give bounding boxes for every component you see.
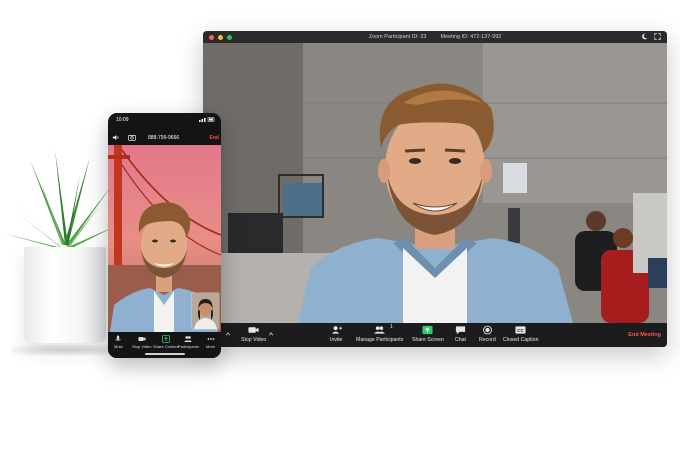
main-video-feed: [203, 43, 667, 323]
speaker-video-image: [203, 43, 667, 323]
manage-participants-button[interactable]: Manage Participants: [356, 325, 403, 343]
self-view-thumbnail[interactable]: [191, 292, 220, 330]
stop-video-label: Stop Video: [241, 337, 267, 343]
participant-id-label: Zoom Participant ID: 23: [368, 34, 427, 40]
invite-label: Invite: [330, 337, 343, 343]
phone-stop-video-label: Stop Video: [132, 344, 152, 349]
more-dots-icon: [207, 338, 214, 340]
fullscreen-icon[interactable]: [654, 33, 661, 40]
pot-shadow: [12, 345, 122, 355]
desktop-meeting-window: Zoom Participant ID: 23 Meeting ID: 472-…: [203, 31, 667, 347]
decorative-plant: [0, 145, 122, 355]
invite-button[interactable]: Invite: [330, 325, 342, 343]
video-camera-icon: [138, 337, 146, 341]
meeting-toolbar: Stop Video Invite Manage Participants 1 …: [203, 323, 667, 347]
audio-options-caret-icon[interactable]: [225, 331, 231, 337]
closed-caption-label: Closed Caption: [503, 337, 539, 343]
participants-icon: [184, 336, 193, 342]
phone-share-content-button[interactable]: Share Content: [153, 335, 179, 349]
switch-camera-icon[interactable]: [128, 134, 136, 141]
participants-icon: [374, 326, 386, 334]
phone-meeting-view: 10:09 888-799-9666 End Mute Stop Video S…: [108, 113, 221, 358]
manage-participants-label: Manage Participants: [356, 337, 404, 343]
invite-icon: [331, 326, 342, 334]
record-label: Record: [479, 337, 496, 343]
microphone-icon: [115, 335, 122, 342]
phone-end-button[interactable]: End: [210, 135, 219, 141]
video-camera-icon: [248, 327, 259, 333]
phone-stop-video-button[interactable]: Stop Video: [132, 335, 152, 349]
record-button[interactable]: Record: [479, 325, 496, 343]
speaker-icon[interactable]: [112, 134, 120, 141]
phone-more-label: More: [206, 344, 216, 349]
phone-status-bar: 10:09: [108, 113, 221, 127]
plant-pot: [24, 247, 106, 343]
phone-meeting-topbar: 888-799-9666 End: [108, 129, 221, 145]
phone-meeting-number: 888-799-9666: [148, 135, 180, 141]
window-titlebar: Zoom Participant ID: 23 Meeting ID: 472-…: [203, 31, 667, 43]
share-screen-label: Share Screen: [412, 337, 444, 343]
stop-video-button[interactable]: Stop Video: [241, 325, 266, 343]
share-content-icon: [161, 335, 170, 343]
end-meeting-button[interactable]: End Meeting: [628, 332, 661, 338]
share-screen-icon: [422, 325, 433, 335]
closed-caption-button[interactable]: CC Closed Caption: [503, 325, 538, 343]
chat-label: Chat: [455, 337, 466, 343]
plant-leaves: [2, 150, 118, 249]
phone-more-button[interactable]: More: [206, 335, 215, 349]
phone-participants-button[interactable]: Participants: [178, 335, 199, 349]
closed-caption-icon: CC: [515, 326, 526, 334]
meeting-id-label: Meeting ID: 472-137-992: [440, 34, 502, 40]
phone-participants-label: Participants: [178, 344, 199, 349]
chat-icon: [455, 326, 466, 335]
phone-mute-button[interactable]: Mute: [114, 335, 123, 349]
phone-video-feed: [108, 145, 221, 332]
chat-button[interactable]: Chat: [455, 325, 466, 343]
record-icon: [482, 325, 492, 335]
phone-time: 10:09: [116, 117, 129, 123]
self-view-image: [192, 293, 219, 329]
video-options-caret-icon[interactable]: [268, 331, 274, 337]
participant-count-badge: 1: [390, 324, 393, 330]
share-screen-button[interactable]: Share Screen: [412, 325, 444, 343]
signal-battery-icon: [199, 117, 215, 122]
night-mode-icon[interactable]: [641, 33, 648, 40]
home-indicator: [145, 353, 185, 355]
phone-mute-label: Mute: [114, 344, 123, 349]
svg-text:CC: CC: [517, 328, 524, 333]
phone-share-content-label: Share Content: [153, 344, 179, 349]
window-title: Zoom Participant ID: 23 Meeting ID: 472-…: [203, 31, 667, 43]
